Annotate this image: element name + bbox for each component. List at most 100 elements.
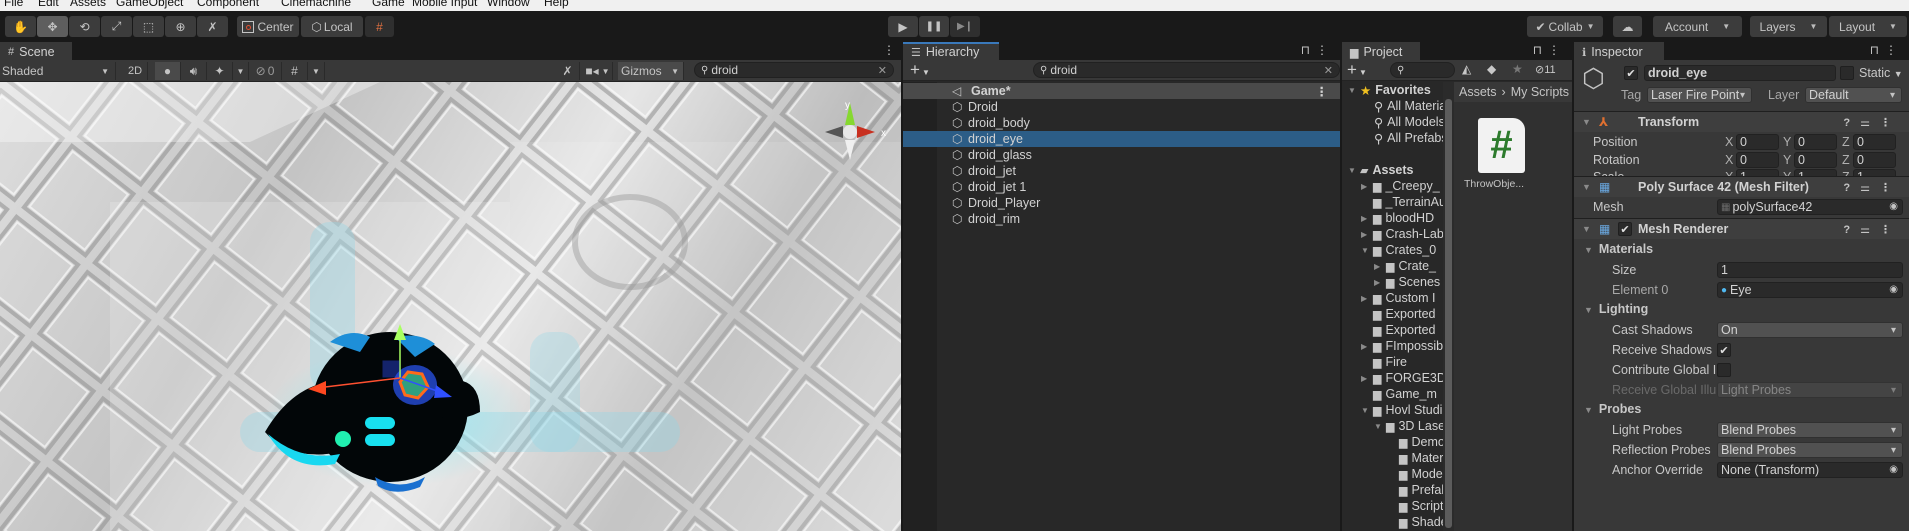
hierarchy-item[interactable]: ⬡ droid_glass [903, 147, 1340, 163]
create-button[interactable]: + ▼ [910, 60, 930, 80]
menu-component[interactable]: Component [197, 0, 259, 9]
folder-tree-scrollbar[interactable] [1443, 82, 1454, 531]
light-probes-dropdown[interactable]: Blend Probes [1717, 422, 1903, 438]
create-button[interactable]: + ▼ [1347, 60, 1367, 80]
expand-triangle-icon[interactable]: ▼ [1361, 246, 1373, 255]
position-x-input[interactable]: 0 [1736, 134, 1779, 150]
tab-inspector[interactable]: ℹ Inspector [1574, 42, 1664, 60]
hidden-objects-toggle[interactable]: ⊘ 0 [249, 62, 282, 80]
layout-dropdown[interactable]: Layout ▼ [1829, 16, 1907, 37]
menu-edit[interactable]: Edit [38, 0, 59, 9]
collapse-triangle-icon[interactable]: ▶ [1374, 262, 1386, 271]
rotation-x-input[interactable]: 0 [1736, 152, 1779, 168]
collapse-triangle-icon[interactable]: ▶ [1361, 374, 1373, 383]
mesh-renderer-enabled-checkbox[interactable]: ✔ [1618, 222, 1632, 236]
contribute-gi-checkbox[interactable] [1717, 363, 1731, 377]
component-tools[interactable]: ?⚌⋮ [1843, 181, 1901, 194]
favorite-item[interactable]: ⚲ All Prefabs [1374, 130, 1443, 146]
clear-search-icon[interactable]: ✕ [878, 64, 887, 77]
object-name-input[interactable]: droid_eye [1644, 65, 1836, 81]
rotation-z-input[interactable]: 0 [1853, 152, 1896, 168]
favorite-item[interactable]: ⚲All Materials [1374, 98, 1443, 114]
effects-dropdown[interactable]: ▼ [233, 62, 249, 80]
folder-item[interactable]: ▶ ▆ bloodHD [1361, 210, 1434, 226]
more-options-icon[interactable]: ⋮ [1316, 84, 1329, 99]
folder-item[interactable]: ▆Scripts [1387, 498, 1443, 514]
expand-triangle-icon[interactable]: ▼ [1374, 422, 1386, 431]
expand-triangle-icon[interactable]: ▼ [1361, 406, 1373, 415]
play-button[interactable]: ▶ [888, 16, 918, 37]
component-tools[interactable]: ?⚌⋮ [1843, 116, 1901, 129]
collab-button[interactable]: ✔ Collab ▼ [1527, 16, 1603, 37]
shading-mode-dropdown[interactable]: Shaded ▼ [0, 62, 116, 80]
folder-item[interactable]: ▼▆3D Lasers [1374, 418, 1443, 434]
tag-dropdown[interactable]: Laser Fire Point [1647, 87, 1752, 103]
position-z-input[interactable]: 0 [1853, 134, 1896, 150]
y-axis-label[interactable]: Y [1783, 135, 1791, 149]
audio-toggle[interactable]: 🔊︎ [181, 62, 207, 80]
folder-item[interactable]: ▆Materials [1387, 450, 1443, 466]
x-axis-label[interactable]: X [1725, 135, 1733, 149]
tab-scene[interactable]: # Scene [0, 42, 72, 60]
cloud-button[interactable]: ☁ [1613, 16, 1642, 37]
snap-grid-button[interactable]: # [365, 16, 394, 37]
component-tools[interactable]: ?⚌⋮ [1843, 223, 1901, 236]
mesh-field[interactable]: ▦ polySurface42 ◉ [1717, 199, 1903, 215]
pivot-rotation-button[interactable]: ⬡ Local [301, 16, 363, 37]
rotation-y-input[interactable]: 0 [1794, 152, 1837, 168]
menu-window[interactable]: Window [487, 0, 530, 9]
menu-gameobject[interactable]: GameObject [116, 0, 183, 9]
receive-shadows-checkbox[interactable]: ✔ [1717, 343, 1731, 357]
scale-tool-button[interactable]: ⤢ [101, 16, 132, 37]
lighting-foldout[interactable]: ▼ Lighting [1584, 302, 1648, 316]
csharp-script-icon[interactable]: # [1478, 118, 1525, 173]
step-button[interactable]: ▶❙ [950, 16, 980, 37]
transform-header[interactable]: ▼ ⅄ Transform ?⚌⋮ [1574, 111, 1909, 132]
favorite-star-icon[interactable]: ★ [1512, 62, 1523, 76]
mesh-filter-header[interactable]: ▼ ▦ Poly Surface 42 (Mesh Filter) ?⚌⋮ [1574, 176, 1909, 197]
lock-icon[interactable]: ⊓⋮ [1301, 43, 1334, 57]
mesh-renderer-header[interactable]: ▼ ▦ ✔ Mesh Renderer ?⚌⋮ [1574, 218, 1909, 239]
materials-foldout[interactable]: ▼ Materials [1584, 242, 1653, 256]
hierarchy-item[interactable]: ⬡ droid_rim [903, 211, 1340, 227]
tab-project[interactable]: ▆ Project [1342, 42, 1420, 60]
object-picker-icon[interactable]: ◉ [1889, 284, 1898, 295]
transform-tool-button[interactable]: ⊕ [165, 16, 196, 37]
breadcrumb-my-scripts[interactable]: My Scripts [1511, 85, 1569, 99]
hierarchy-item[interactable]: ⬡ Droid_Player [903, 195, 1340, 211]
rotate-tool-button[interactable]: ⟲ [69, 16, 100, 37]
z-axis-label[interactable]: Z [1842, 153, 1850, 167]
menu-file[interactable]: File [4, 0, 23, 9]
filter-by-label-icon[interactable]: ◆ [1487, 62, 1496, 76]
position-y-input[interactable]: 0 [1794, 134, 1837, 150]
hierarchy-item[interactable]: ⬡ droid_jet 1 [903, 179, 1340, 195]
folder-item[interactable]: ▼ ▆ Crates_0 [1361, 242, 1436, 258]
hierarchy-item[interactable]: ⬡ Droid [903, 99, 1340, 115]
hidden-packages-button[interactable]: ⊘11 [1535, 63, 1556, 76]
gizmos-dropdown[interactable]: Gizmos ▼ [618, 62, 684, 80]
static-checkbox[interactable] [1840, 66, 1854, 80]
menu-help[interactable]: Help [544, 0, 569, 9]
favorites-header[interactable]: ▼ ★ Favorites [1348, 82, 1431, 98]
object-picker-icon[interactable]: ◉ [1889, 464, 1898, 475]
menu-assets[interactable]: Assets [70, 0, 106, 9]
y-axis-label[interactable]: Y [1783, 153, 1791, 167]
menu-game[interactable]: Game [372, 0, 405, 9]
project-search-input[interactable]: ⚲ [1390, 62, 1455, 78]
lock-icon[interactable]: ⊓⋮ [1870, 43, 1903, 57]
x-axis-label[interactable]: X [1725, 153, 1733, 167]
static-dropdown[interactable]: Static ▼ [1859, 66, 1903, 80]
collapse-triangle-icon[interactable]: ▶ [1361, 230, 1373, 239]
move-tool-button[interactable]: ✥ [37, 16, 68, 37]
rect-tool-button[interactable]: ⬚ [133, 16, 164, 37]
materials-size-input[interactable]: 1 [1717, 262, 1903, 278]
pause-button[interactable]: ❚❚ [919, 16, 949, 37]
custom-tool-button[interactable]: ✗ [197, 16, 228, 37]
folder-item[interactable]: ▆_TerrainAutoUpgrade [1361, 194, 1443, 210]
menu-mobile-input[interactable]: Mobile Input [412, 0, 477, 9]
anchor-override-field[interactable]: None (Transform) ◉ [1717, 462, 1903, 478]
folder-item[interactable]: ▆ Fire [1361, 354, 1407, 370]
active-checkbox[interactable]: ✔ [1624, 66, 1638, 80]
clear-search-icon[interactable]: ✕ [1324, 64, 1333, 77]
pivot-mode-button[interactable]: Center [237, 16, 299, 37]
